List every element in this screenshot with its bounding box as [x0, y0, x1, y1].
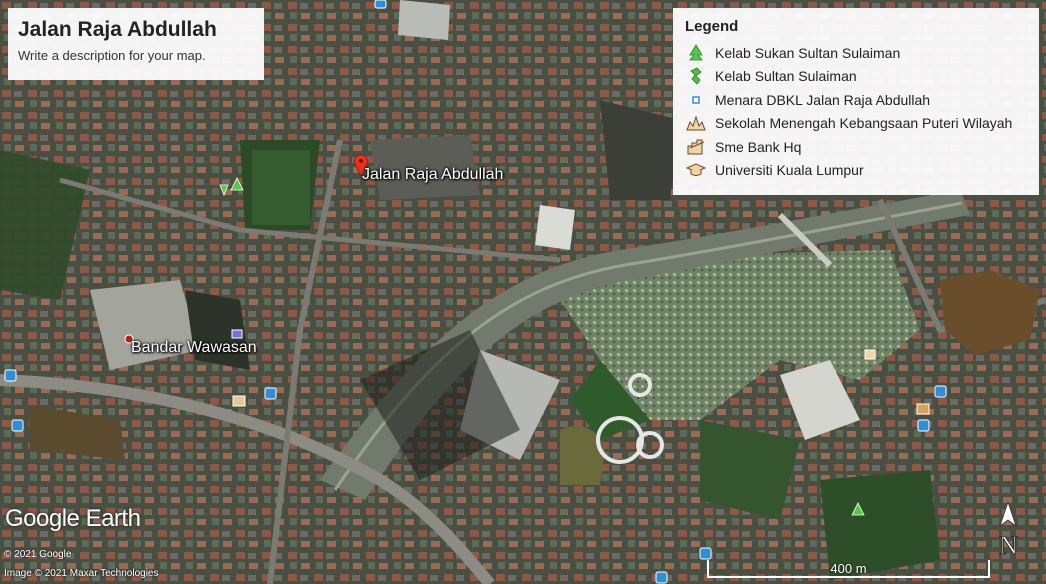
- copyright-google: © 2021 Google: [4, 549, 72, 560]
- legend-item-label: Universiti Kuala Lumpur: [715, 162, 864, 179]
- sports-icon: [685, 67, 707, 85]
- transit-icon[interactable]: [655, 571, 668, 584]
- transit-icon[interactable]: [917, 419, 930, 432]
- map-title-card: Jalan Raja Abdullah Write a description …: [8, 8, 264, 80]
- legend-item[interactable]: Menara DBKL Jalan Raja Abdullah: [685, 88, 1027, 112]
- legend-item-label: Sme Bank Hq: [715, 138, 802, 155]
- north-arrow-icon[interactable]: N: [993, 500, 1027, 560]
- transit-icon[interactable]: [934, 385, 947, 398]
- scale-bar: 400 m: [707, 560, 990, 578]
- transit-icon[interactable]: [264, 387, 277, 400]
- square-marker-icon[interactable]: [231, 329, 243, 339]
- legend-item[interactable]: Kelab Sukan Sultan Sulaiman: [685, 41, 1027, 65]
- transit-icon[interactable]: [374, 0, 387, 9]
- bank-icon: [685, 138, 707, 156]
- place-label-jalan-raja-abdullah[interactable]: Jalan Raja Abdullah: [362, 166, 503, 184]
- copyright-imagery: Image © 2021 Maxar Technologies: [4, 568, 159, 579]
- transit-icon[interactable]: [699, 547, 712, 560]
- compass-north-label: N: [999, 531, 1018, 560]
- tree-icon: [685, 43, 707, 62]
- legend-panel: Legend Kelab Sukan Sultan Sulaiman Kelab…: [673, 8, 1039, 195]
- legend-item[interactable]: Sekolah Menengah Kebangsaan Puteri Wilay…: [685, 112, 1027, 136]
- legend-item[interactable]: Universiti Kuala Lumpur: [685, 159, 1027, 183]
- school-icon[interactable]: [232, 395, 246, 407]
- bank-icon[interactable]: [916, 403, 930, 415]
- legend-item-label: Menara DBKL Jalan Raja Abdullah: [715, 91, 931, 108]
- legend-item-label: Kelab Sukan Sultan Sulaiman: [715, 44, 901, 61]
- legend-item-label: Sekolah Menengah Kebangsaan Puteri Wilay…: [715, 115, 1013, 132]
- google-earth-logo: Google Earth: [5, 505, 141, 533]
- place-label-bandar-wawasan[interactable]: Bandar Wawasan: [131, 339, 257, 357]
- graduation-cap-icon: [685, 161, 707, 179]
- brand-google: Google: [5, 505, 80, 532]
- brand-earth: Earth: [85, 505, 141, 532]
- square-marker-icon: [685, 91, 707, 109]
- map-title: Jalan Raja Abdullah: [18, 18, 217, 41]
- legend-item[interactable]: Sme Bank Hq: [685, 135, 1027, 159]
- scale-label: 400 m: [830, 561, 867, 576]
- legend-heading: Legend: [685, 18, 739, 35]
- school-icon: [685, 114, 707, 132]
- transit-icon[interactable]: [11, 419, 24, 432]
- graduation-cap-icon[interactable]: [864, 349, 876, 360]
- map-description[interactable]: Write a description for your map.: [18, 48, 254, 63]
- legend-item-label: Kelab Sultan Sulaiman: [715, 68, 857, 85]
- legend-item[interactable]: Kelab Sultan Sulaiman: [685, 65, 1027, 89]
- transit-icon[interactable]: [4, 369, 17, 382]
